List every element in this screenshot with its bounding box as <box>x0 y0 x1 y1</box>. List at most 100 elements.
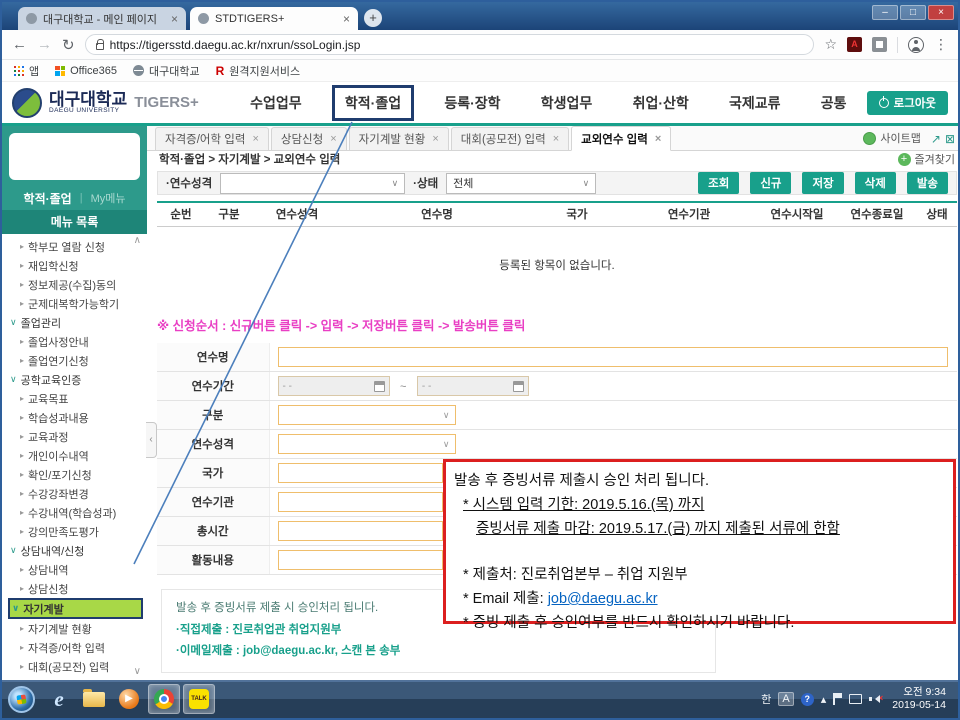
sidebar-group-self-development[interactable]: ∨자기계발 <box>8 598 143 619</box>
close-button[interactable]: × <box>928 5 954 20</box>
network-icon[interactable] <box>849 694 862 704</box>
browser-menu-icon[interactable]: ⋮ <box>934 36 948 53</box>
nav-common[interactable]: 공통 <box>811 88 857 118</box>
col-institution[interactable]: 연수기관 <box>621 202 757 226</box>
url-text[interactable]: https://tigersstd.daegu.ac.kr/nxrun/ssoL… <box>110 38 361 52</box>
training-nature-select[interactable]: ∨ <box>220 173 405 194</box>
worktab-counsel-apply[interactable]: 상담신청× <box>271 127 347 150</box>
maximize-button[interactable]: □ <box>900 5 926 20</box>
sidebar-collapse-handle[interactable]: ‹ <box>146 422 157 458</box>
tab-close-icon[interactable]: × <box>655 133 661 145</box>
nav-classwork[interactable]: 수업업무 <box>240 88 312 118</box>
help-tray-icon[interactable]: ? <box>801 693 814 706</box>
taskbar-explorer[interactable] <box>78 684 110 714</box>
minimize-button[interactable]: – <box>872 5 898 20</box>
start-button[interactable] <box>8 686 35 713</box>
action-center-flag-icon[interactable] <box>833 693 842 705</box>
activity-input[interactable] <box>278 550 443 570</box>
ime-english-indicator[interactable]: A <box>778 692 793 706</box>
sidebar-item-learning-outcome[interactable]: ▸학습성과내용 <box>8 408 143 427</box>
popout-window-icon[interactable]: ↗ <box>931 132 941 146</box>
col-start-date[interactable]: 연수시작일 <box>757 202 837 226</box>
tab-close-icon[interactable]: × <box>171 12 178 26</box>
sidebar-item-confirm-waiver[interactable]: ▸확인/포기신청 <box>8 465 143 484</box>
sidebar-group-abeek[interactable]: ∨공학교육인증 <box>8 370 143 389</box>
category-select[interactable]: ∨ <box>278 405 456 425</box>
bookmark-daegu-univ[interactable]: 대구대학교 <box>133 63 200 79</box>
taskbar-ie[interactable]: e <box>43 684 75 714</box>
sidebar-item-graduation-delay[interactable]: ▸졸업연기신청 <box>8 351 143 370</box>
forward-icon[interactable]: → <box>37 36 52 53</box>
total-hours-input[interactable] <box>278 521 443 541</box>
search-button[interactable]: 조회 <box>698 172 739 194</box>
show-hidden-icons[interactable]: ▴ <box>821 693 827 706</box>
new-button[interactable]: 신규 <box>750 172 791 194</box>
sidebar-item-lecture-satisfaction[interactable]: ▸강의만족도평가 <box>8 522 143 541</box>
col-status[interactable]: 상태 <box>917 202 957 226</box>
tab-close-icon[interactable]: × <box>330 133 336 145</box>
reload-icon[interactable]: ↻ <box>62 36 75 54</box>
calendar-icon[interactable] <box>374 381 385 392</box>
browser-tab-stdtigers[interactable]: STDTIGERS+ × <box>190 7 358 30</box>
volume-muted-icon[interactable]: × <box>869 694 881 704</box>
worktab-contest-entry[interactable]: 대회(공모전) 입력× <box>451 127 569 150</box>
col-training-name[interactable]: 연수명 <box>341 202 533 226</box>
bookmark-remote-support[interactable]: R 원격지원서비스 <box>216 63 301 79</box>
sidebar-item-counsel-history[interactable]: ▸상담내역 <box>8 560 143 579</box>
university-logo[interactable]: 대구대학교 DAEGU UNIVERSITY TIGERS+ <box>12 88 230 118</box>
pdf-extension-icon[interactable]: A <box>847 37 862 52</box>
bookmark-star-icon[interactable]: ☆ <box>824 36 837 53</box>
sidebar-item-graduation-guide[interactable]: ▸졸업사정안내 <box>8 332 143 351</box>
browser-tab-daegu-main[interactable]: 대구대학교 - 메인 페이지 × <box>18 7 186 30</box>
nav-international[interactable]: 국제교류 <box>719 88 791 118</box>
tab-close-icon[interactable]: × <box>343 12 350 26</box>
nav-registration-scholarship[interactable]: 등록·장학 <box>434 88 510 118</box>
worktab-cert-language[interactable]: 자격증/어학 입력× <box>155 127 269 150</box>
taskbar-clock[interactable]: 오전 9:34 2019-05-14 <box>892 686 946 712</box>
ime-korean-indicator[interactable]: 한 <box>761 691 771 707</box>
extension-icon[interactable] <box>872 37 887 52</box>
sidebar-tab-mymenu[interactable]: My메뉴 <box>91 190 126 206</box>
email-link[interactable]: job@daegu.ac.kr <box>548 591 658 607</box>
col-country[interactable]: 국가 <box>533 202 621 226</box>
sidebar-item-external-training[interactable]: ▸교외연수 입력 <box>8 676 143 677</box>
sidebar-item-course-history[interactable]: ▸수강내역(학습성과) <box>8 503 143 522</box>
training-name-input[interactable] <box>278 347 948 367</box>
tab-close-icon[interactable]: × <box>252 133 258 145</box>
profile-icon[interactable] <box>908 37 924 53</box>
scroll-up-icon[interactable]: ∧ <box>134 235 141 246</box>
col-category[interactable]: 구분 <box>205 202 253 226</box>
sidebar-group-counseling[interactable]: ∨상담내역/신청 <box>8 541 143 560</box>
sidebar-item-counsel-apply[interactable]: ▸상담신청 <box>8 579 143 598</box>
sidebar-item-contest-entry[interactable]: ▸대회(공모전) 입력 <box>8 657 143 676</box>
nav-records-graduation[interactable]: 학적·졸업 <box>332 85 414 121</box>
sidebar-item-readmission[interactable]: ▸재입학신청 <box>8 256 143 275</box>
bookmark-apps[interactable]: 앱 <box>14 63 39 79</box>
sidebar-item-cert-language[interactable]: ▸자격증/어학 입력 <box>8 638 143 657</box>
nav-career-industry[interactable]: 취업·산학 <box>623 88 699 118</box>
sidebar-tab-records[interactable]: 학적·졸업 <box>24 190 72 207</box>
sidebar-item-course-change[interactable]: ▸수강강좌변경 <box>8 484 143 503</box>
sidebar-item-personal-record[interactable]: ▸개인이수내역 <box>8 446 143 465</box>
status-select[interactable]: 전체∨ <box>446 173 596 194</box>
start-date-input[interactable]: - - <box>278 376 390 396</box>
sidebar-item-military-return[interactable]: ▸군제대복학가능학기 <box>8 294 143 313</box>
sidebar-item-info-consent[interactable]: ▸정보제공(수집)동의 <box>8 275 143 294</box>
worktab-external-training[interactable]: 교외연수 입력× <box>571 126 671 151</box>
sidebar-item-parent-view[interactable]: ▸학부모 열람 신청 <box>8 237 143 256</box>
tab-close-icon[interactable]: × <box>553 133 559 145</box>
end-date-input[interactable]: - - <box>417 376 529 396</box>
logout-button[interactable]: 로그아웃 <box>867 91 948 115</box>
delete-button[interactable]: 삭제 <box>855 172 896 194</box>
sidebar-item-curriculum[interactable]: ▸교육과정 <box>8 427 143 446</box>
nav-student-affairs[interactable]: 학생업무 <box>531 88 603 118</box>
nature-select[interactable]: ∨ <box>278 434 456 454</box>
new-tab-button[interactable]: + <box>364 9 382 27</box>
taskbar-chrome[interactable] <box>148 684 180 714</box>
sitemap-link[interactable]: 사이트맵 <box>863 130 920 146</box>
calendar-icon[interactable] <box>513 381 524 392</box>
sidebar-item-selfdev-status[interactable]: ▸자기계발 현황 <box>8 619 143 638</box>
add-favorite-link[interactable]: +즐겨찾기 <box>898 151 955 167</box>
taskbar-kakaotalk[interactable]: TALK <box>183 684 215 714</box>
address-bar[interactable]: https://tigersstd.daegu.ac.kr/nxrun/ssoL… <box>85 34 815 55</box>
